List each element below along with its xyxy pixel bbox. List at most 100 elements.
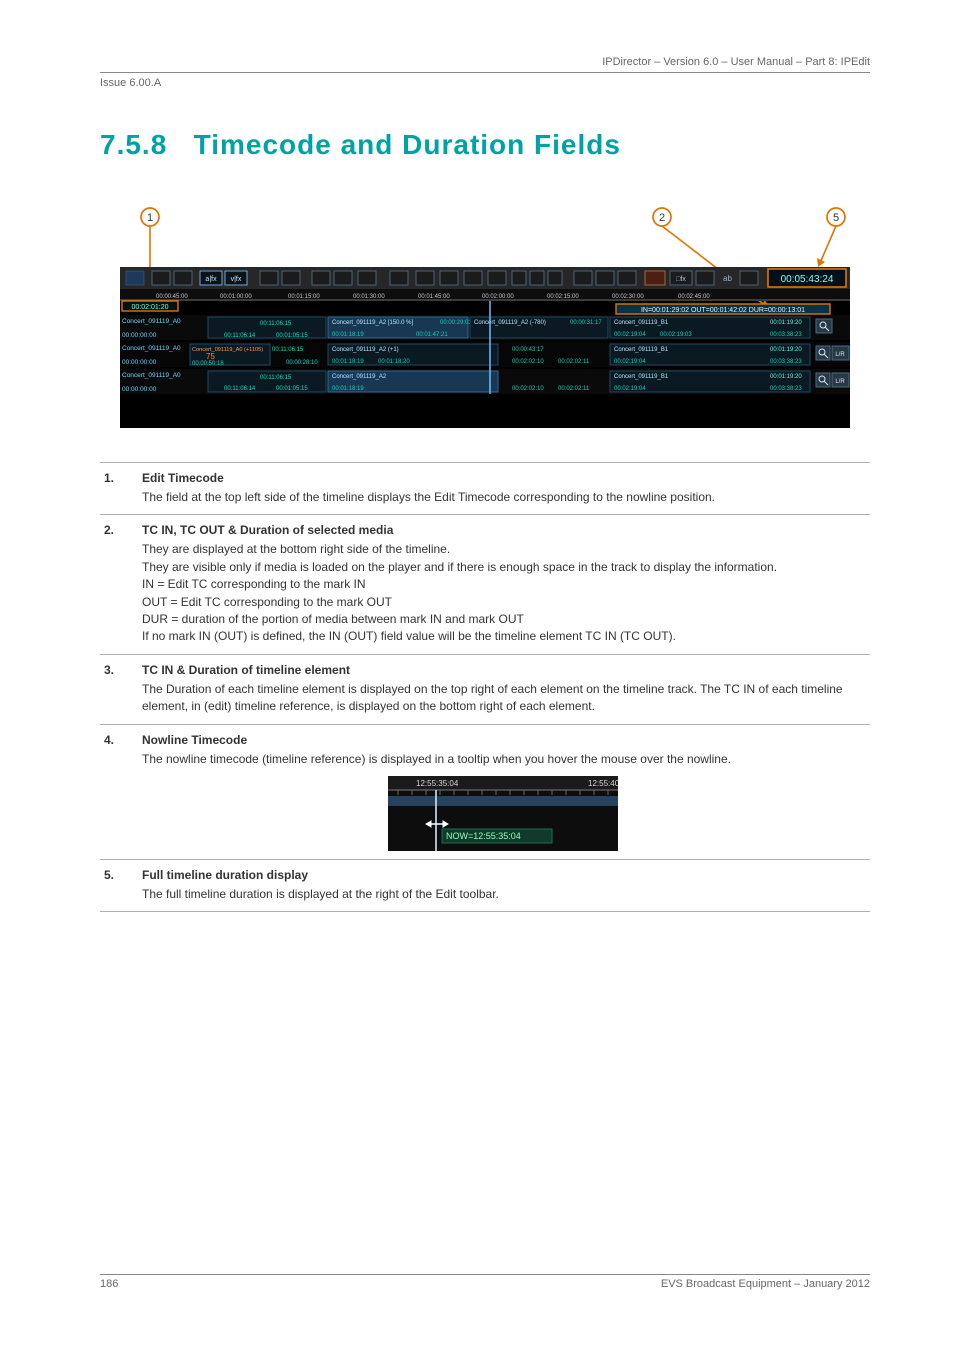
svg-text:□fx: □fx (676, 276, 686, 283)
svg-text:00:02:02:11: 00:02:02:11 (558, 386, 590, 392)
description-table: 1. Edit Timecode The field at the top le… (100, 462, 870, 912)
svg-text:00:11:06:15: 00:11:06:15 (260, 321, 292, 327)
svg-text:00:01:45:00: 00:01:45:00 (418, 294, 450, 300)
timeline-figure: 1 2 5 (100, 195, 870, 428)
footer-rights: EVS Broadcast Equipment – January 2012 (661, 1278, 870, 1290)
svg-text:00:01:15:00: 00:01:15:00 (288, 294, 320, 300)
svg-text:00:02:02:10: 00:02:02:10 (512, 359, 544, 365)
track-row-2: Concert_091119_A0 00:00:00:00 Concert_09… (120, 342, 850, 367)
in-out-dur-text: IN=00:01:29:02 OUT=00:01:42:02 DUR=00:00… (641, 307, 805, 314)
table-row: 2. TC IN, TC OUT & Duration of selected … (100, 515, 870, 654)
svg-text:00:02:15:00: 00:02:15:00 (547, 294, 579, 300)
svg-text:12:55:35:04: 12:55:35:04 (416, 779, 459, 788)
afx-button[interactable]: a|fx (205, 276, 217, 283)
svg-text:75: 75 (206, 352, 215, 361)
vfx-button[interactable]: v|fx (231, 276, 242, 283)
timeline-svg: 1 2 5 (120, 195, 850, 428)
section-heading: Timecode and Duration Fields (194, 129, 621, 160)
svg-text:00:01:19:20: 00:01:19:20 (770, 347, 802, 353)
svg-text:00:02:02:11: 00:02:02:11 (558, 359, 590, 365)
svg-text:00:02:30:00: 00:02:30:00 (612, 294, 644, 300)
svg-text:00:00:00:00: 00:00:00:00 (122, 332, 157, 339)
svg-text:00:00:31:17: 00:00:31:17 (570, 320, 602, 326)
header-product: IPDirector – Version 6.0 – User Manual –… (100, 56, 870, 73)
row-title: Full timeline duration display (142, 868, 864, 882)
row-body: The full timeline duration is displayed … (142, 886, 864, 903)
svg-text:2: 2 (659, 212, 665, 224)
svg-text:00:01:19:20: 00:01:19:20 (770, 320, 802, 326)
table-row: 3. TC IN & Duration of timeline element … (100, 654, 870, 724)
row-body: The nowline timecode (timeline reference… (142, 751, 864, 768)
svg-text:Concert_091119_B1: Concert_091119_B1 (614, 320, 669, 326)
page-footer: 186 EVS Broadcast Equipment – January 20… (100, 1274, 870, 1290)
svg-text:00:11:06:15: 00:11:06:15 (260, 375, 292, 381)
svg-text:00:01:18:19: 00:01:18:19 (332, 332, 364, 338)
svg-text:Concert_091119_A0: Concert_091119_A0 (122, 318, 181, 325)
svg-text:00:03:38:23: 00:03:38:23 (770, 386, 802, 392)
svg-text:Concert_091119_A0 (+1105): Concert_091119_A0 (+1105) (192, 347, 263, 353)
svg-text:00:00:45:00: 00:00:45:00 (156, 294, 188, 300)
svg-text:1: 1 (147, 212, 153, 224)
svg-text:00:00:00:00: 00:00:00:00 (122, 386, 157, 393)
svg-text:00:02:00:00: 00:02:00:00 (482, 294, 514, 300)
row-title: Nowline Timecode (142, 733, 864, 747)
table-row: 4. Nowline Timecode The nowline timecode… (100, 724, 870, 859)
svg-text:00:00:28:10: 00:00:28:10 (286, 360, 318, 366)
svg-text:00:00:00:00: 00:00:00:00 (122, 359, 157, 366)
row-number: 4. (100, 724, 138, 859)
table-row: 5. Full timeline duration display The fu… (100, 859, 870, 911)
nowline-tooltip: NOW=12:55:35:04 (446, 831, 521, 841)
ab-label: ab (723, 274, 732, 283)
svg-text:12:55:40: 12:55:40 (588, 779, 618, 788)
lr-button[interactable]: L/R (835, 352, 845, 358)
svg-text:00:00:43:17: 00:00:43:17 (512, 347, 544, 353)
svg-text:00:03:38:23: 00:03:38:23 (770, 332, 802, 338)
table-row: 1. Edit Timecode The field at the top le… (100, 463, 870, 515)
svg-text:00:01:18:19: 00:01:18:19 (332, 359, 364, 365)
row-number: 3. (100, 654, 138, 724)
svg-text:00:01:30:00: 00:01:30:00 (353, 294, 385, 300)
svg-text:Concert_091119_A2: Concert_091119_A2 (332, 374, 387, 380)
svg-text:00:01:18:20: 00:01:18:20 (378, 359, 410, 365)
row-body: They are displayed at the bottom right s… (142, 541, 864, 645)
row-title: Edit Timecode (142, 471, 864, 485)
row-number: 1. (100, 463, 138, 515)
svg-text:00:11:06:15: 00:11:06:15 (272, 347, 304, 353)
header-issue: Issue 6.00.A (100, 75, 870, 89)
svg-text:00:02:02:10: 00:02:02:10 (512, 386, 544, 392)
ruler: 00:00:45:00 00:01:00:00 00:01:15:00 00:0… (156, 294, 710, 300)
svg-text:00:01:19:20: 00:01:19:20 (770, 374, 802, 380)
svg-text:00:02:45:00: 00:02:45:00 (678, 294, 710, 300)
row-body: The field at the top left side of the ti… (142, 489, 864, 506)
row-title: TC IN & Duration of timeline element (142, 663, 864, 677)
edit-tc-value: 00:02:01:20 (132, 304, 169, 311)
svg-text:00:02:19:04: 00:02:19:04 (614, 332, 646, 338)
svg-text:00:00:29:03: 00:00:29:03 (440, 320, 472, 326)
svg-text:00:02:19:03: 00:02:19:03 (660, 332, 692, 338)
lr-button[interactable]: L/R (835, 379, 845, 385)
svg-text:00:02:19:04: 00:02:19:04 (614, 359, 646, 365)
timeline-duration: 00:05:43:24 (781, 274, 834, 285)
svg-text:00:01:05:15: 00:01:05:15 (276, 386, 308, 392)
svg-text:Concert_091119_A2 (-780): Concert_091119_A2 (-780) (474, 320, 546, 326)
svg-text:00:03:38:23: 00:03:38:23 (770, 359, 802, 365)
svg-text:00:11:06:14: 00:11:06:14 (224, 386, 256, 392)
svg-text:00:01:47:21: 00:01:47:21 (416, 332, 448, 338)
row-body: The Duration of each timeline element is… (142, 681, 864, 716)
svg-text:Concert_091119_A2 [150.0 %]: Concert_091119_A2 [150.0 %] (332, 320, 414, 326)
footer-page: 186 (100, 1278, 118, 1290)
svg-text:Concert_091119_B1: Concert_091119_B1 (614, 374, 669, 380)
svg-text:00:01:05:15: 00:01:05:15 (276, 333, 308, 339)
svg-text:00:01:00:00: 00:01:00:00 (220, 294, 252, 300)
section-number: 7.5.8 (100, 129, 167, 160)
svg-text:00:11:06:14: 00:11:06:14 (224, 333, 256, 339)
row-title: TC IN, TC OUT & Duration of selected med… (142, 523, 864, 537)
svg-text:Concert_091119_A0: Concert_091119_A0 (122, 372, 181, 379)
svg-text:Concert_091119_A2 (+1): Concert_091119_A2 (+1) (332, 347, 399, 353)
section-title: 7.5.8 Timecode and Duration Fields (100, 129, 870, 161)
track-row-1: Concert_091119_A0 00:00:00:00 00:11:06:1… (120, 315, 850, 340)
svg-text:00:00:50:18: 00:00:50:18 (192, 361, 224, 367)
row-number: 5. (100, 859, 138, 911)
svg-text:00:01:18:19: 00:01:18:19 (332, 386, 364, 392)
page-header: IPDirector – Version 6.0 – User Manual –… (100, 56, 870, 89)
